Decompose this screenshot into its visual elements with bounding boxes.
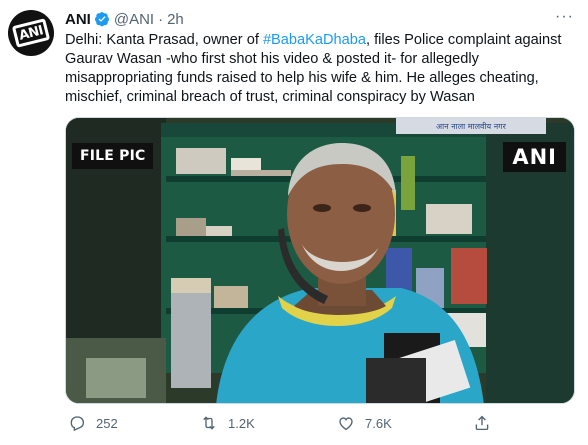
reply-icon (70, 416, 85, 432)
tweet-actions: 252 1.2K 7.6K (65, 412, 575, 434)
tweet-header: ANI @ANI · 2h (65, 9, 184, 29)
retweet-button[interactable]: 1.2K (200, 414, 255, 432)
hashtag-link[interactable]: #BabaKaDhaba (263, 32, 366, 48)
reply-button[interactable]: 252 (68, 414, 118, 432)
author-name[interactable]: ANI (65, 11, 91, 28)
like-icon (339, 417, 353, 431)
verified-badge-icon (94, 12, 109, 27)
more-icon[interactable]: ··· (555, 8, 574, 26)
author-handle[interactable]: @ANI (114, 11, 154, 28)
ani-watermark-badge: ANI (503, 142, 566, 172)
tweet-text-before: Delhi: Kanta Prasad, owner of (65, 32, 263, 48)
like-button[interactable]: 7.6K (337, 414, 392, 432)
share-button[interactable] (473, 414, 501, 432)
tweet-timestamp[interactable]: 2h (167, 11, 184, 28)
like-count: 7.6K (365, 415, 392, 431)
file-pic-badge: FILE PIC (72, 143, 154, 169)
ani-logo-text: ANI (17, 22, 45, 44)
author-avatar[interactable]: ANI (8, 10, 54, 56)
retweet-icon (203, 416, 215, 430)
tweet-media-image[interactable]: आन नाला मालवीय नगर FILE PIC ANI (65, 117, 575, 404)
ani-logo: ANI (11, 18, 51, 48)
header-separator: · (158, 10, 164, 28)
retweet-count: 1.2K (228, 415, 255, 431)
shop-sign-text: आन नाला मालवीय नगर (436, 121, 507, 131)
share-icon (475, 415, 489, 431)
tweet-text: Delhi: Kanta Prasad, owner of #BabaKaDha… (65, 31, 575, 107)
reply-count: 252 (96, 415, 118, 431)
